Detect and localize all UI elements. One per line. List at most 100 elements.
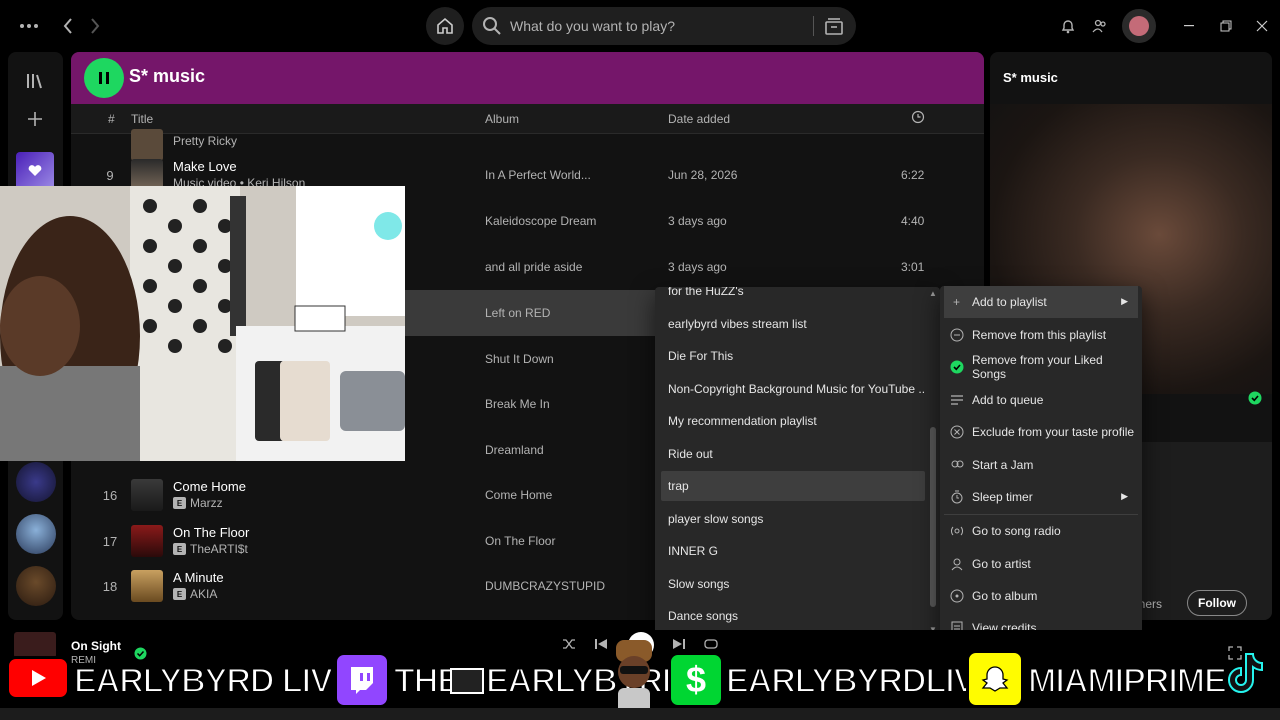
artist-name[interactable]: Pretty Ricky (173, 134, 237, 148)
sidebar-artist-avatar-2[interactable] (16, 514, 56, 554)
next-track-icon[interactable] (672, 637, 686, 651)
menu-item-label: Remove from this playlist (972, 328, 1107, 342)
menu-item-sleep-timer[interactable]: Sleep timer ▶ (944, 481, 1138, 513)
playlist-option[interactable]: Dance songs (661, 601, 925, 631)
playlist-option[interactable]: for the HuZZ's (661, 287, 925, 306)
minimize-window-icon[interactable] (1180, 16, 1200, 36)
track-artist[interactable]: Pretty Ricky (173, 134, 237, 148)
track-album[interactable]: and all pride aside (485, 260, 582, 274)
track-duration: 6:22 (901, 168, 925, 182)
track-album[interactable]: Come Home (485, 488, 552, 502)
search-input[interactable]: What do you want to play? (510, 18, 675, 34)
youtube-logo-icon (6, 656, 70, 700)
twitch-logo-icon (334, 652, 390, 708)
restore-window-icon[interactable] (1216, 16, 1236, 36)
track-thumbnail (131, 525, 163, 557)
bitmoji-avatar-icon (608, 636, 660, 716)
explicit-badge: E (173, 588, 186, 600)
track-album[interactable]: In A Perfect World... (485, 168, 591, 182)
track-title[interactable]: Make Love (173, 159, 237, 174)
track-artist[interactable]: E TheARTI$t (173, 542, 248, 556)
tiktok-logo-icon (1222, 648, 1274, 698)
playlist-option[interactable]: Non-Copyright Background Music for YouTu… (661, 374, 925, 404)
menu-item-label: Sleep timer (972, 490, 1033, 504)
playlist-option[interactable]: INNER G (661, 536, 925, 566)
playlist-option[interactable]: player slow songs (661, 504, 925, 534)
previous-track-icon[interactable] (594, 637, 608, 651)
menu-item-remove-liked[interactable]: Remove from your Liked Songs (944, 351, 1138, 383)
queue-icon (949, 392, 964, 407)
saved-check-icon[interactable] (1248, 391, 1262, 405)
create-playlist-icon[interactable] (22, 106, 48, 132)
search-divider (813, 16, 814, 36)
close-window-icon[interactable] (1252, 16, 1272, 36)
album-icon (949, 588, 964, 603)
track-title[interactable]: Come Home (173, 479, 246, 494)
menu-item-add-to-playlist[interactable]: + Add to playlist ▶ (944, 286, 1138, 318)
track-album[interactable]: Kaleidoscope Dream (485, 214, 596, 228)
track-title[interactable]: A Minute (173, 570, 224, 585)
sidebar-artist-avatar-3[interactable] (16, 566, 56, 606)
track-artist[interactable]: E AKIA (173, 587, 217, 601)
forward-arrow-icon[interactable] (85, 15, 105, 37)
playlist-option-hovered[interactable]: trap (661, 471, 925, 501)
track-album[interactable]: On The Floor (485, 534, 555, 548)
playlist-option[interactable]: Slow songs (661, 569, 925, 599)
menu-item-exclude-taste[interactable]: Exclude from your taste profile (944, 416, 1138, 448)
track-album[interactable]: Dreamland (485, 443, 544, 457)
menu-item-label: Start a Jam (972, 458, 1034, 472)
menu-item-go-to-album[interactable]: Go to album (944, 580, 1138, 612)
home-button[interactable] (426, 7, 464, 45)
menu-item-label: Go to album (972, 589, 1038, 603)
track-thumbnail (131, 570, 163, 602)
artist-name[interactable]: AKIA (190, 587, 217, 601)
browse-icon[interactable] (824, 16, 844, 36)
menu-item-go-to-artist[interactable]: Go to artist (944, 548, 1138, 580)
track-album[interactable]: DUMBCRAZYSTUPID (485, 579, 605, 593)
follow-button[interactable]: Follow (1187, 590, 1247, 616)
track-date-added: Jun 28, 2026 (668, 168, 738, 182)
spotify-window: What do you want to play? S* music # Tit… (0, 0, 1280, 720)
track-number: 17 (102, 534, 118, 549)
back-arrow-icon[interactable] (58, 15, 78, 37)
sidebar-artist-avatar-1[interactable] (16, 462, 56, 502)
playlist-option[interactable]: Die For This (661, 341, 925, 371)
playlist-option[interactable]: earlybyrd vibes stream list (661, 309, 925, 339)
user-avatar[interactable] (1122, 9, 1156, 43)
track-number: 16 (102, 488, 118, 503)
menu-item-label: Go to song radio (972, 524, 1061, 538)
plus-icon: + (952, 294, 960, 309)
repeat-icon[interactable] (704, 637, 718, 651)
search-bar[interactable]: What do you want to play? (472, 7, 856, 45)
track-artist[interactable]: E Marzz (173, 496, 223, 510)
playlist-title: S* music (129, 66, 206, 86)
playlist-option[interactable]: My recommendation playlist (661, 406, 925, 436)
track-duration: 3:01 (901, 260, 925, 274)
track-album[interactable]: Shut It Down (485, 352, 554, 366)
webcam-feed-image (0, 186, 405, 461)
menu-item-start-jam[interactable]: Start a Jam (944, 449, 1138, 481)
artist-name[interactable]: TheARTI$t (190, 542, 248, 556)
menu-item-song-radio[interactable]: Go to song radio (944, 515, 1138, 547)
track-number: 9 (106, 168, 114, 183)
play-pause-button[interactable] (84, 58, 124, 98)
top-bar: What do you want to play? (0, 0, 1280, 51)
menu-item-add-to-queue[interactable]: Add to queue (944, 384, 1138, 416)
artist-name[interactable]: Marzz (190, 496, 223, 510)
scroll-up-arrow-icon[interactable]: ▲ (929, 289, 937, 298)
search-icon (483, 17, 501, 35)
submenu-scrollbar[interactable] (930, 427, 936, 607)
library-icon[interactable] (22, 68, 48, 94)
shuffle-icon[interactable] (562, 637, 576, 651)
liked-songs-thumbnail[interactable] (16, 152, 54, 190)
menu-item-remove-from-playlist[interactable]: Remove from this playlist (944, 319, 1138, 351)
friend-activity-icon[interactable] (1090, 16, 1110, 36)
track-title[interactable]: On The Floor (173, 525, 249, 540)
more-menu-icon[interactable] (18, 16, 40, 36)
track-album[interactable]: Break Me In (485, 397, 550, 411)
exclude-icon (949, 424, 964, 439)
notifications-bell-icon[interactable] (1058, 16, 1078, 36)
track-album[interactable]: Left on RED (485, 306, 550, 320)
playlist-option[interactable]: Ride out (661, 439, 925, 469)
windows-taskbar (0, 708, 1280, 720)
